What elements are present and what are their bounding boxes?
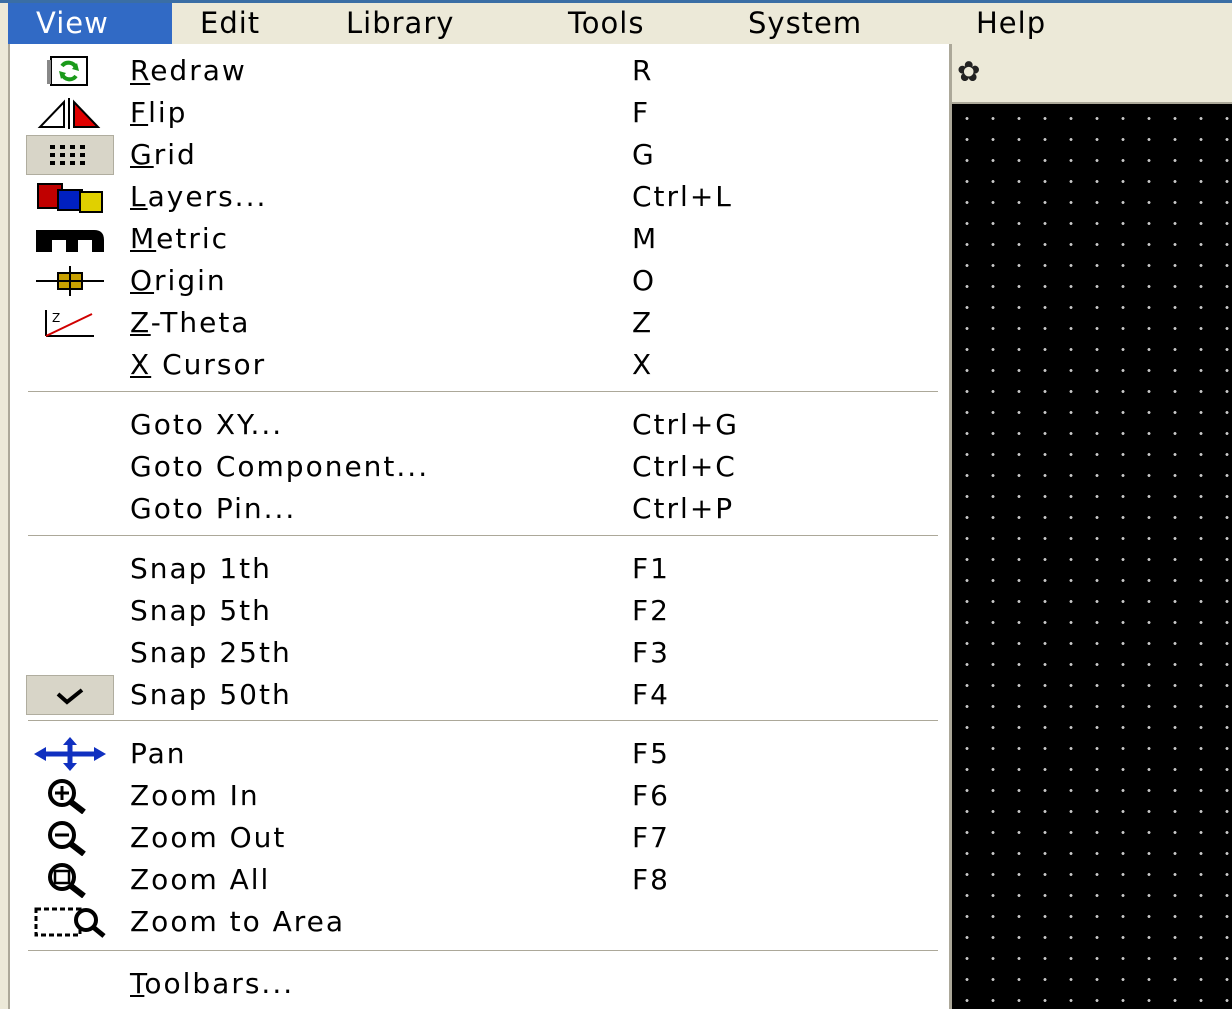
menu-item-goto-xy[interactable]: Goto XY... Ctrl+G bbox=[10, 405, 940, 445]
zoom-all-icon bbox=[26, 860, 114, 900]
menu-item-label: Goto XY... bbox=[130, 408, 284, 441]
menu-item-label: Z-Theta bbox=[130, 306, 251, 339]
shortcut-label: F bbox=[632, 96, 651, 129]
menu-item-toolbars[interactable]: Toolbars... bbox=[10, 964, 940, 1004]
grid-icon bbox=[26, 135, 114, 175]
mnemonic-letter: T bbox=[130, 967, 145, 1000]
shortcut-label: O bbox=[632, 264, 657, 297]
menu-item-label: Zoom Out bbox=[130, 821, 287, 854]
menu-item-snap-25th[interactable]: Snap 25th F3 bbox=[10, 633, 940, 673]
menu-item-layers[interactable]: Layers... Ctrl+L bbox=[10, 177, 940, 217]
menu-item-label: Zoom to Area bbox=[130, 905, 346, 938]
menu-item-grid[interactable]: Grid G bbox=[10, 135, 940, 175]
menu-item-label: Toolbars... bbox=[130, 967, 295, 1000]
shortcut-label: Ctrl+C bbox=[632, 450, 737, 483]
menu-bar: View Edit Library Tools System Help bbox=[0, 0, 1232, 44]
menu-item-redraw[interactable]: Redraw R bbox=[10, 51, 940, 91]
shortcut-label: Ctrl+L bbox=[632, 180, 733, 213]
menu-library[interactable]: Library bbox=[346, 3, 454, 44]
pan-icon bbox=[26, 734, 114, 774]
shortcut-label: G bbox=[632, 138, 656, 171]
shortcut-label: F2 bbox=[632, 594, 670, 627]
menu-item-pan[interactable]: Pan F5 bbox=[10, 734, 940, 774]
zoom-in-icon bbox=[26, 776, 114, 816]
menu-view[interactable]: View bbox=[8, 3, 172, 44]
menu-separator bbox=[28, 391, 938, 393]
mnemonic-letter: G bbox=[130, 138, 154, 171]
menu-item-snap-50th[interactable]: Snap 50th F4 bbox=[10, 675, 940, 715]
menu-item-snap-1th[interactable]: Snap 1th F1 bbox=[10, 549, 940, 589]
shortcut-label: Ctrl+P bbox=[632, 492, 735, 525]
layers-icon bbox=[26, 177, 114, 217]
shortcut-label: F3 bbox=[632, 636, 670, 669]
menu-item-label: Zoom All bbox=[130, 863, 271, 896]
zoom-to-area-icon bbox=[26, 902, 114, 942]
menu-item-metric[interactable]: Metric M bbox=[10, 219, 940, 259]
menu-item-label: Origin bbox=[130, 264, 227, 297]
shortcut-label: F1 bbox=[632, 552, 670, 585]
menu-item-zoom-to-area[interactable]: Zoom to Area bbox=[10, 902, 940, 942]
menu-item-origin[interactable]: Origin O bbox=[10, 261, 940, 301]
shortcut-label: M bbox=[632, 222, 659, 255]
menu-item-goto-pin[interactable]: Goto Pin... Ctrl+P bbox=[10, 489, 940, 529]
shortcut-label: F4 bbox=[632, 678, 670, 711]
flip-icon bbox=[26, 93, 114, 133]
menu-item-flip[interactable]: Flip F bbox=[10, 93, 940, 133]
mnemonic-letter: M bbox=[130, 222, 157, 255]
metric-icon bbox=[26, 219, 114, 259]
menu-tools[interactable]: Tools bbox=[568, 3, 644, 44]
toolbar-strip bbox=[950, 44, 1232, 104]
menu-item-label: Layers... bbox=[130, 180, 268, 213]
menu-item-zoom-in[interactable]: Zoom In F6 bbox=[10, 776, 940, 816]
menu-item-label: Snap 5th bbox=[130, 594, 272, 627]
shortcut-label: F7 bbox=[632, 821, 670, 854]
checkmark-icon bbox=[26, 675, 114, 715]
menu-item-label: X Cursor bbox=[130, 348, 267, 381]
shortcut-label: F5 bbox=[632, 737, 670, 770]
z-theta-icon: Z bbox=[26, 303, 114, 343]
shortcut-label: X bbox=[632, 348, 654, 381]
mnemonic-letter: L bbox=[130, 180, 148, 213]
drawing-canvas[interactable] bbox=[952, 104, 1232, 1009]
zoom-out-icon bbox=[26, 818, 114, 858]
shortcut-label: Z bbox=[632, 306, 654, 339]
mnemonic-letter: F bbox=[130, 96, 149, 129]
menu-system[interactable]: System bbox=[748, 3, 862, 44]
menu-item-snap-5th[interactable]: Snap 5th F2 bbox=[10, 591, 940, 631]
shortcut-label: Ctrl+G bbox=[632, 408, 739, 441]
toolbar-button-icon[interactable]: ✿ bbox=[957, 56, 985, 88]
redraw-icon bbox=[26, 51, 114, 91]
mnemonic-letter: O bbox=[130, 264, 155, 297]
menu-item-label: Goto Pin... bbox=[130, 492, 297, 525]
shortcut-label: F8 bbox=[632, 863, 670, 896]
menu-item-label: Zoom In bbox=[130, 779, 260, 812]
menu-edit[interactable]: Edit bbox=[200, 3, 260, 44]
menu-item-z-theta[interactable]: Z Z-Theta Z bbox=[10, 303, 940, 343]
menu-item-label: Redraw bbox=[130, 54, 247, 87]
menu-item-x-cursor[interactable]: X Cursor X bbox=[10, 345, 940, 385]
menu-item-label: Pan bbox=[130, 737, 187, 770]
menu-item-label: Metric bbox=[130, 222, 230, 255]
menu-item-goto-component[interactable]: Goto Component... Ctrl+C bbox=[10, 447, 940, 487]
menu-item-label: Snap 50th bbox=[130, 678, 292, 711]
menu-separator bbox=[28, 720, 938, 722]
menu-help[interactable]: Help bbox=[976, 3, 1046, 44]
view-menu-dropdown: Redraw R Flip F Grid G Layers... Ctrl+L … bbox=[8, 44, 952, 1009]
origin-icon bbox=[26, 261, 114, 301]
mnemonic-letter: R bbox=[130, 54, 151, 87]
svg-text:Z: Z bbox=[52, 311, 60, 325]
menu-item-label: Grid bbox=[130, 138, 197, 171]
shortcut-label: R bbox=[632, 54, 654, 87]
menu-item-label: Goto Component... bbox=[130, 450, 430, 483]
menu-item-label: Snap 25th bbox=[130, 636, 292, 669]
menu-item-label: Flip bbox=[130, 96, 188, 129]
menu-separator bbox=[28, 950, 938, 952]
menu-item-label: Snap 1th bbox=[130, 552, 272, 585]
menu-item-zoom-out[interactable]: Zoom Out F7 bbox=[10, 818, 940, 858]
mnemonic-letter: Z bbox=[130, 306, 151, 339]
shortcut-label: F6 bbox=[632, 779, 670, 812]
mnemonic-letter: X bbox=[130, 348, 152, 381]
menu-separator bbox=[28, 535, 938, 537]
menu-item-zoom-all[interactable]: Zoom All F8 bbox=[10, 860, 940, 900]
